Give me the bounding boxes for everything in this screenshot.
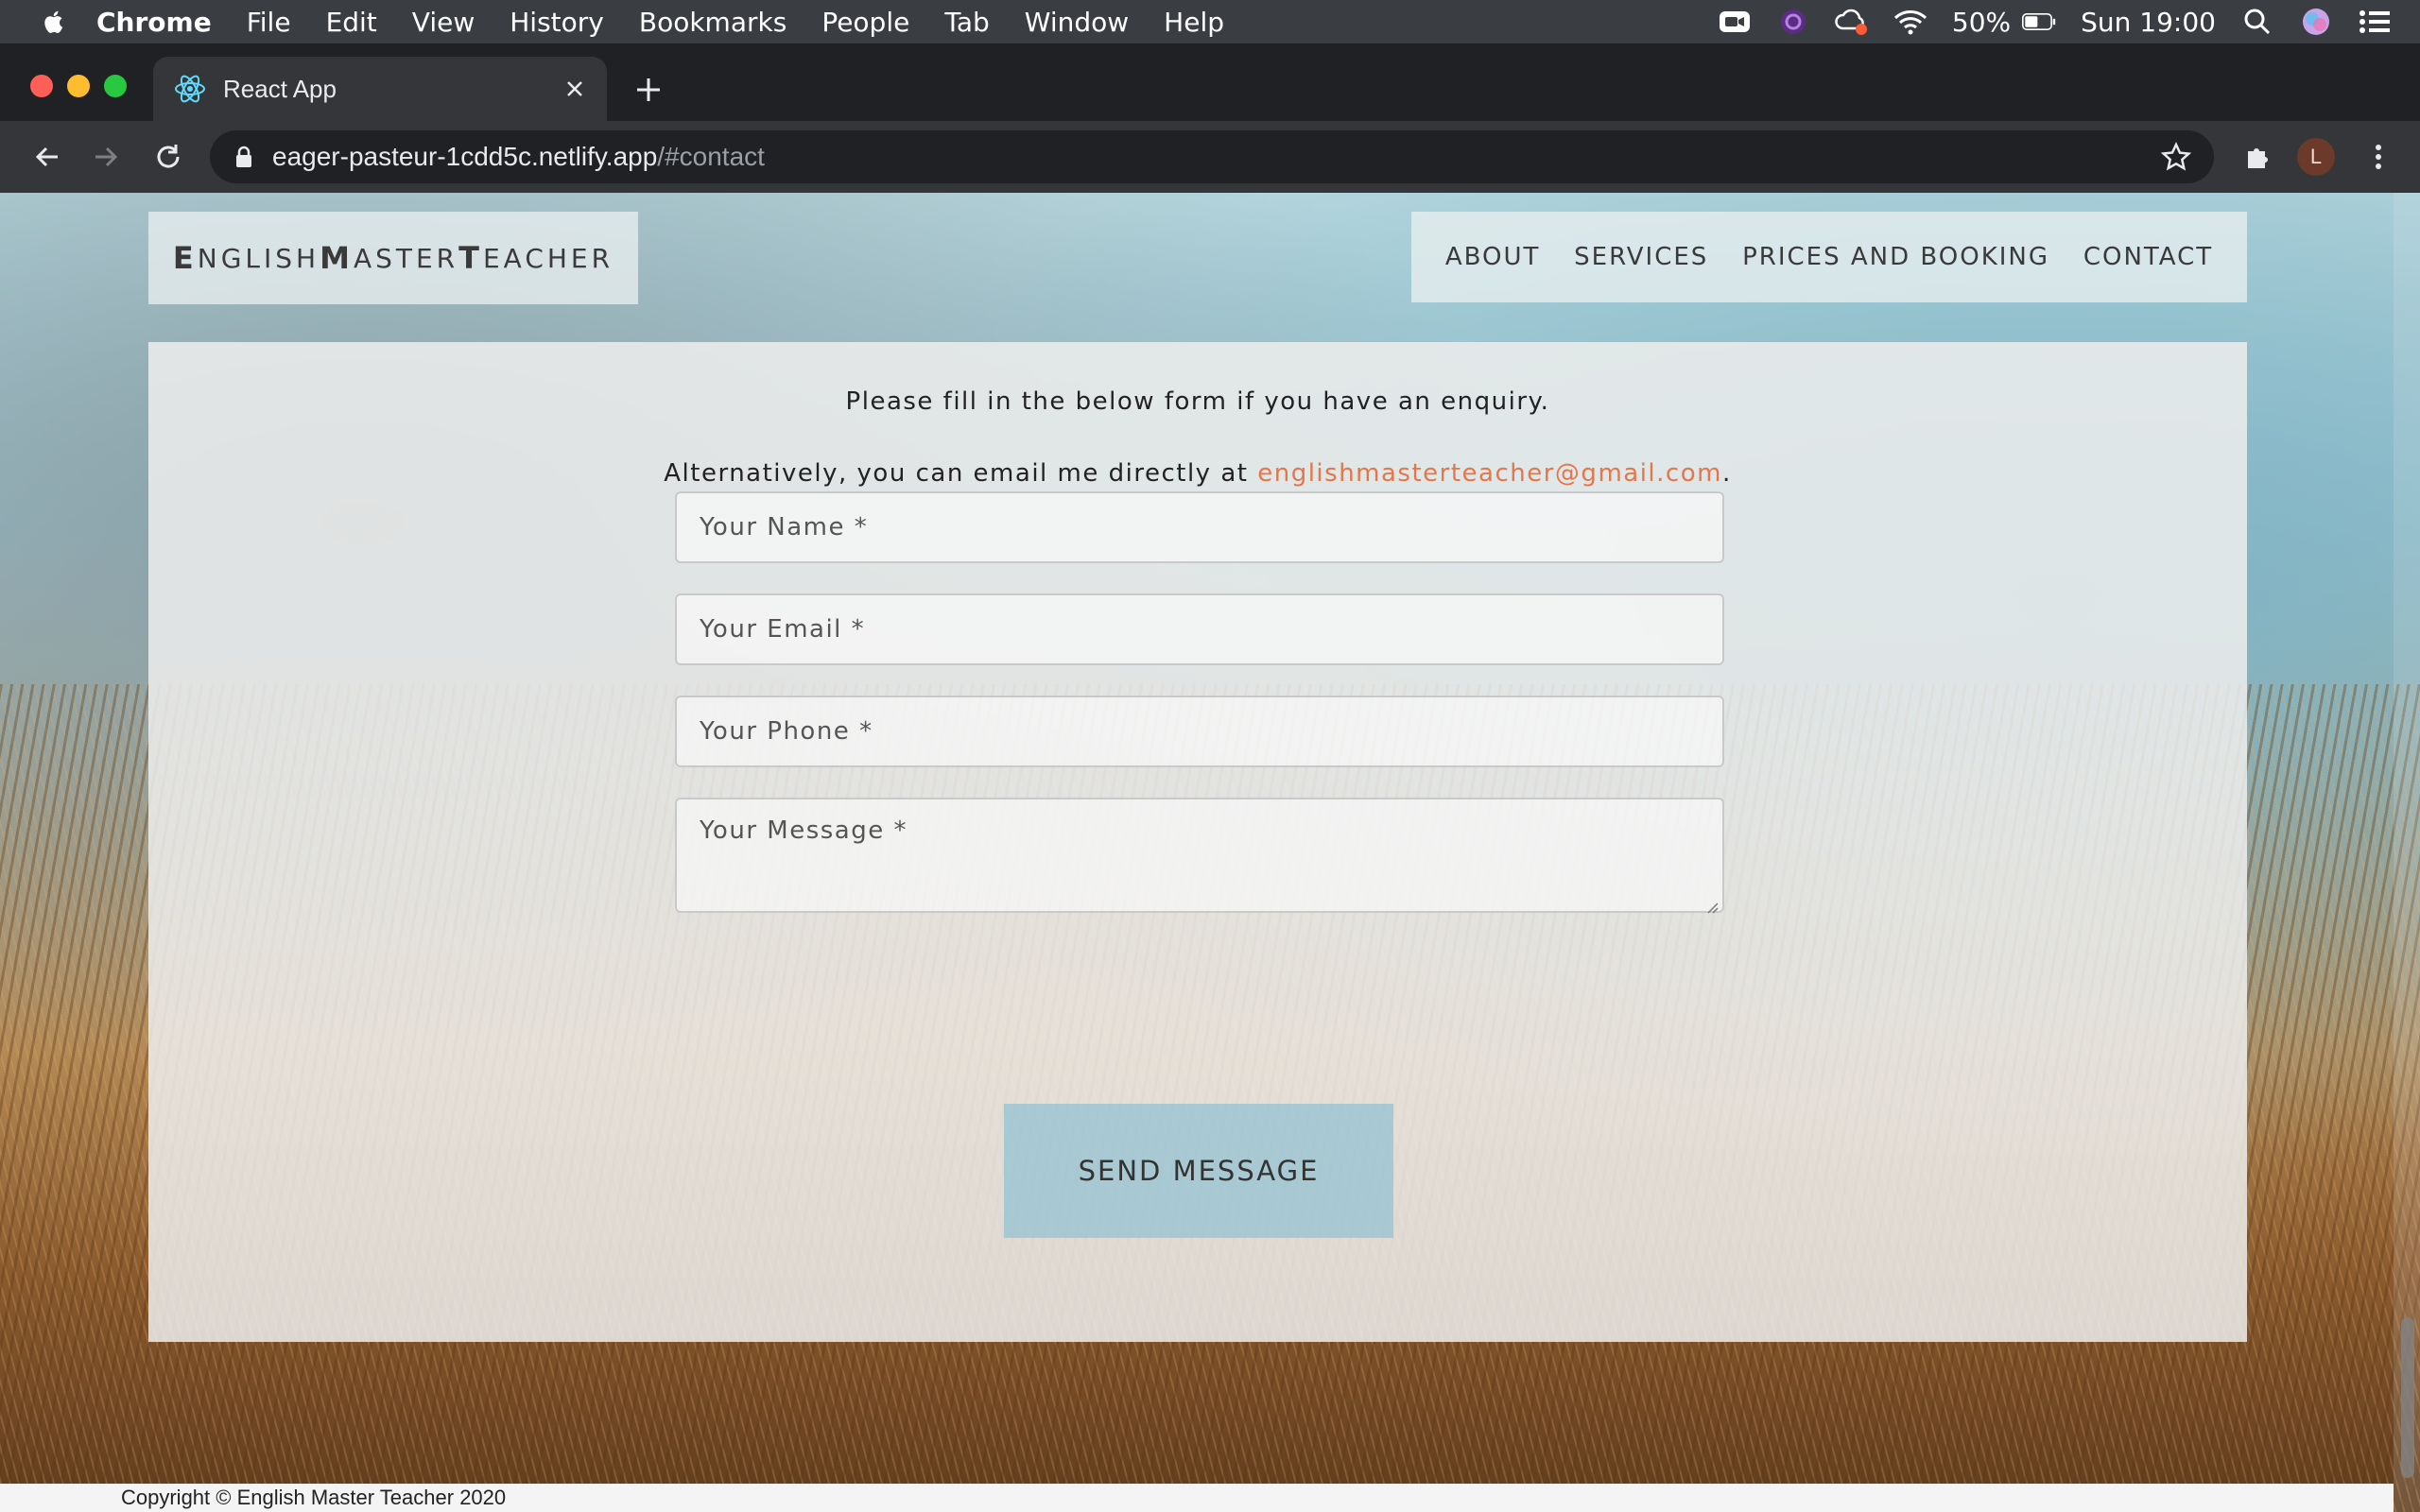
page-viewport: E NGLISH M ASTER T EACHER ABOUT SERVICES PR… bbox=[0, 193, 2420, 1512]
battery-icon[interactable] bbox=[2022, 8, 2056, 36]
message-textarea[interactable]: Your Message * bbox=[675, 798, 1724, 914]
resize-handle-icon[interactable] bbox=[1703, 892, 1719, 914]
brand-letter-e: E bbox=[172, 240, 198, 276]
profile-avatar[interactable]: L bbox=[2297, 138, 2335, 176]
phone-placeholder: Your Phone * bbox=[700, 717, 873, 746]
tab-close-icon[interactable] bbox=[558, 72, 592, 106]
window-close-button[interactable] bbox=[30, 75, 53, 97]
brand-part-aster: ASTER bbox=[353, 242, 459, 274]
spotlight-search-icon[interactable] bbox=[2240, 8, 2274, 36]
creative-cloud-icon[interactable] bbox=[1835, 8, 1869, 36]
contact-card: Please fill in the below form if you hav… bbox=[148, 342, 2247, 1342]
url-path: /#contact bbox=[657, 142, 765, 171]
nav-services[interactable]: SERVICES bbox=[1574, 243, 1708, 271]
page-scrollbar[interactable] bbox=[2394, 193, 2420, 1512]
contact-alternative: Alternatively, you can email me directly… bbox=[148, 459, 2247, 488]
menu-edit[interactable]: Edit bbox=[326, 7, 377, 38]
menu-tab[interactable]: Tab bbox=[944, 7, 989, 38]
zoom-status-icon[interactable] bbox=[1718, 8, 1752, 36]
back-arrow-icon[interactable] bbox=[28, 138, 66, 176]
window-minimize-button[interactable] bbox=[67, 75, 90, 97]
browser-toolbar: eager-pasteur-1cdd5c.netlify.app/#contac… bbox=[0, 121, 2420, 193]
menu-view[interactable]: View bbox=[412, 7, 475, 38]
menu-people[interactable]: People bbox=[821, 7, 909, 38]
address-bar[interactable]: eager-pasteur-1cdd5c.netlify.app/#contac… bbox=[210, 130, 2214, 183]
name-placeholder: Your Name * bbox=[700, 513, 869, 541]
contact-email-link[interactable]: englishmasterteacher@gmail.com bbox=[1257, 459, 1722, 488]
brand-letter-m: M bbox=[320, 240, 354, 276]
site-footer: Copyright © English Master Teacher 2020 bbox=[0, 1484, 2394, 1512]
apple-logo-icon[interactable] bbox=[38, 6, 66, 38]
site-brand[interactable]: E NGLISH M ASTER T EACHER bbox=[148, 212, 638, 304]
lock-icon[interactable] bbox=[234, 145, 255, 169]
nav-contact[interactable]: CONTACT bbox=[2083, 243, 2213, 271]
forward-arrow-icon[interactable] bbox=[87, 138, 125, 176]
wifi-icon[interactable] bbox=[1893, 8, 1927, 36]
email-input[interactable]: Your Email * bbox=[675, 593, 1724, 665]
menu-app-chrome[interactable]: Chrome bbox=[96, 7, 212, 38]
menu-help[interactable]: Help bbox=[1164, 7, 1224, 38]
alt-suffix: . bbox=[1721, 459, 1732, 488]
new-tab-button[interactable] bbox=[630, 74, 667, 112]
window-zoom-button[interactable] bbox=[104, 75, 127, 97]
browser-tab-active[interactable]: React App bbox=[153, 57, 607, 121]
nav-about[interactable]: ABOUT bbox=[1445, 243, 1541, 271]
battery-percent: 50% bbox=[1951, 6, 2012, 38]
control-center-icon[interactable] bbox=[2358, 8, 2392, 36]
nav-prices-and-booking[interactable]: PRICES AND BOOKING bbox=[1742, 243, 2049, 271]
app-status-icon[interactable] bbox=[1776, 8, 1810, 36]
react-logo-icon bbox=[174, 73, 206, 105]
message-placeholder: Your Message * bbox=[700, 816, 908, 845]
extensions-puzzle-icon[interactable] bbox=[2238, 138, 2276, 176]
menu-file[interactable]: File bbox=[247, 7, 291, 38]
macos-menu-bar: Chrome File Edit View History Bookmarks … bbox=[0, 0, 2420, 43]
menu-history[interactable]: History bbox=[510, 7, 604, 38]
menubar-clock[interactable]: Sun 19:00 bbox=[2081, 7, 2216, 38]
siri-icon[interactable] bbox=[2299, 8, 2333, 36]
send-message-button[interactable]: SEND MESSAGE bbox=[1004, 1104, 1393, 1238]
name-input[interactable]: Your Name * bbox=[675, 491, 1724, 563]
bookmark-star-icon[interactable] bbox=[2160, 142, 2192, 172]
phone-input[interactable]: Your Phone * bbox=[675, 696, 1724, 767]
browser-tab-strip: React App bbox=[0, 43, 2420, 121]
url-host: eager-pasteur-1cdd5c.netlify.app bbox=[272, 142, 658, 171]
footer-copyright: Copyright © English Master Teacher 2020 bbox=[121, 1486, 507, 1509]
alt-prefix: Alternatively, you can email me directly… bbox=[664, 459, 1258, 488]
scrollbar-thumb[interactable] bbox=[2401, 1317, 2414, 1478]
tab-title: React App bbox=[223, 74, 337, 103]
site-nav: ABOUT SERVICES PRICES AND BOOKING CONTAC… bbox=[1411, 212, 2247, 302]
email-placeholder: Your Email * bbox=[700, 615, 866, 644]
contact-intro: Please fill in the below form if you hav… bbox=[845, 387, 1550, 416]
menu-bookmarks[interactable]: Bookmarks bbox=[639, 7, 786, 38]
brand-letter-t: T bbox=[458, 240, 483, 276]
reload-icon[interactable] bbox=[149, 138, 187, 176]
brand-part-eacher: EACHER bbox=[482, 242, 614, 274]
chrome-menu-icon[interactable] bbox=[2360, 138, 2397, 176]
brand-part-nglish: NGLISH bbox=[197, 242, 320, 274]
menu-window[interactable]: Window bbox=[1025, 7, 1129, 38]
